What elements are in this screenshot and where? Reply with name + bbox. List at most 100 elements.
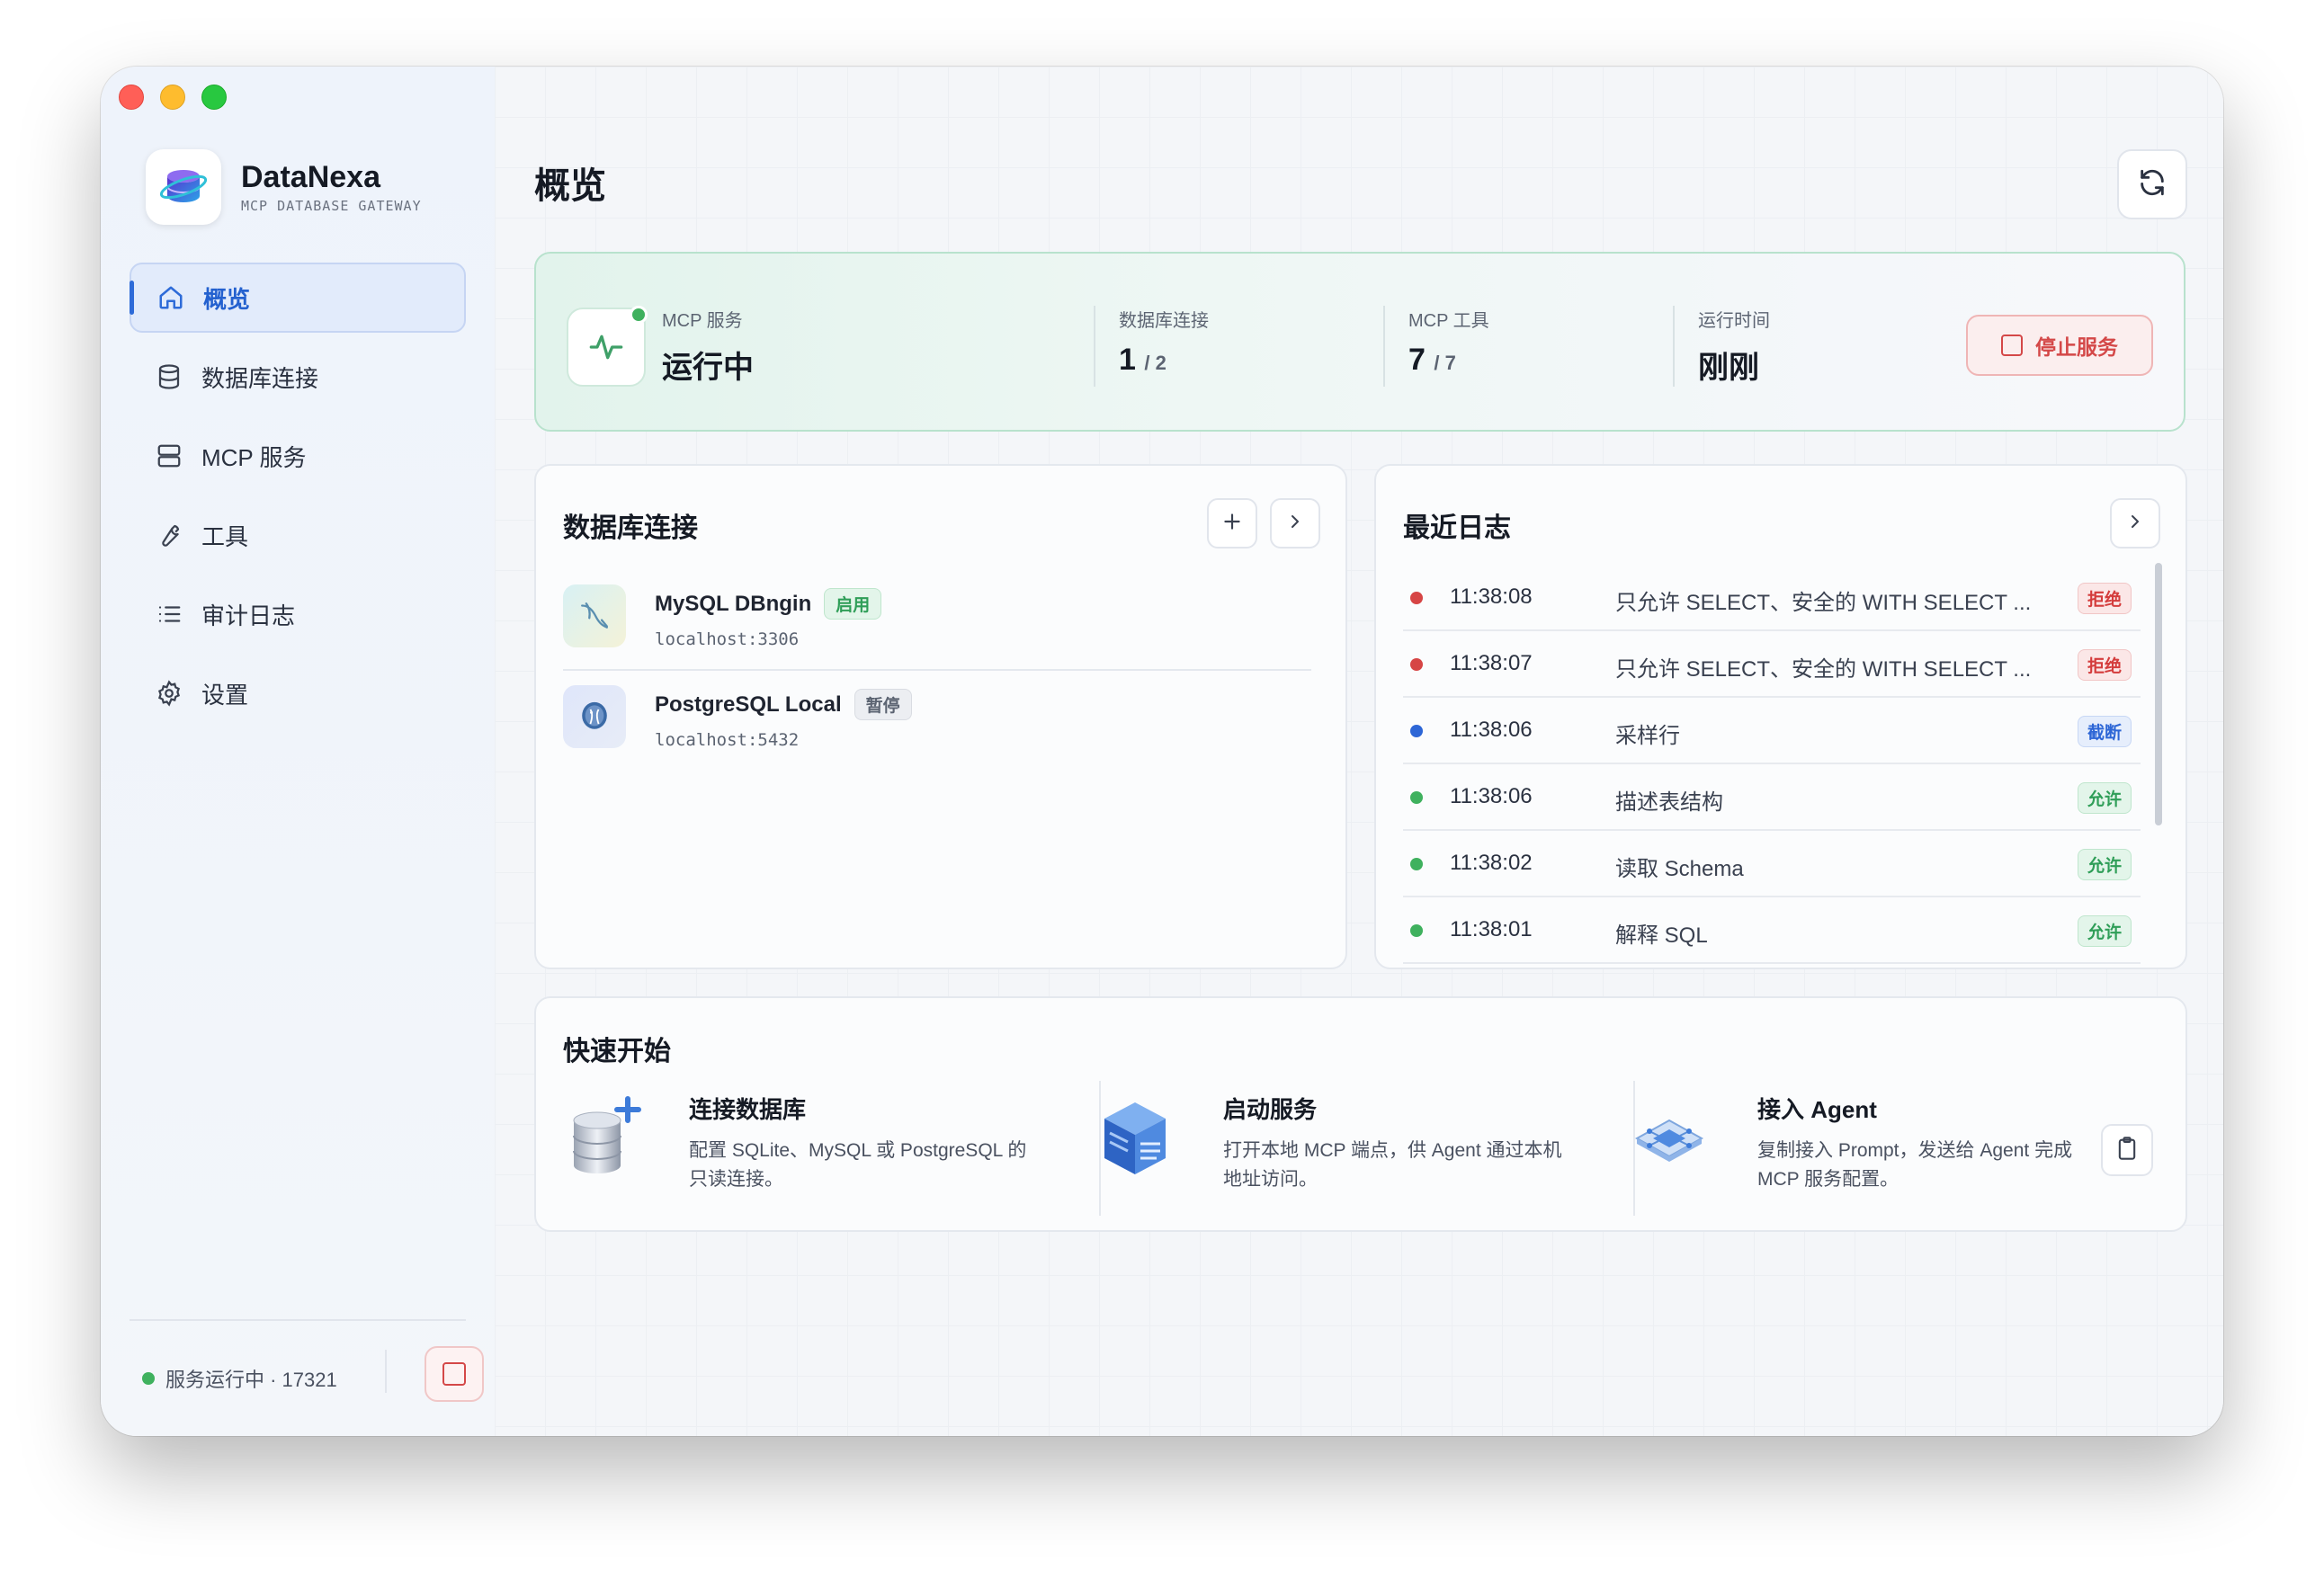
sidebar-item-label: 数据库连接 bbox=[201, 364, 319, 392]
sidebar-item-label: 工具 bbox=[201, 522, 249, 550]
divider bbox=[385, 1350, 387, 1393]
sidebar-item-label: 设置 bbox=[201, 681, 249, 709]
view-logs-button[interactable] bbox=[2110, 498, 2160, 549]
sidebar-item-overview[interactable]: 概览 bbox=[130, 263, 466, 333]
stop-service-label: 停止服务 bbox=[2035, 335, 2118, 359]
log-row[interactable]: 11:38:08 只允许 SELECT、安全的 WITH SELECT ... … bbox=[1403, 565, 2141, 631]
log-scrollbar[interactable] bbox=[2155, 563, 2162, 825]
chevron-right-icon bbox=[2124, 511, 2146, 537]
service-status: 服务运行中 · 17321 bbox=[142, 1364, 337, 1393]
server-cube-icon bbox=[1088, 1093, 1182, 1187]
stop-service-button[interactable]: 停止服务 bbox=[1966, 315, 2153, 376]
log-row[interactable]: 11:38:01 解释 SQL 允许 bbox=[1403, 897, 2141, 964]
status-badge: 拒绝 bbox=[2077, 649, 2132, 681]
card-title: 数据库连接 bbox=[563, 513, 698, 543]
stat-value: 7 / 7 bbox=[1408, 343, 1456, 377]
sidebar: DataNexa MCP DATABASE GATEWAY 概览 数据库连接 M… bbox=[101, 67, 496, 1436]
close-window-button[interactable] bbox=[119, 85, 144, 110]
log-row[interactable]: 11:38:06 采样行 截断 bbox=[1403, 698, 2141, 764]
network-chip-icon bbox=[1622, 1093, 1716, 1187]
brand: DataNexa MCP DATABASE GATEWAY bbox=[146, 149, 422, 225]
quick-start-card: 快速开始 连接数据库 配置 SQLite、MySQL 或 PostgreSQL … bbox=[534, 996, 2187, 1232]
log-row[interactable]: 11:38:06 描述表结构 允许 bbox=[1403, 764, 2141, 831]
sidebar-item-tools[interactable]: 工具 bbox=[130, 500, 466, 570]
log-time: 11:38:06 bbox=[1450, 718, 1533, 742]
log-time: 11:38:08 bbox=[1450, 584, 1533, 609]
database-add-icon bbox=[554, 1093, 648, 1187]
quick-start-title: 接入 Agent bbox=[1757, 1096, 1877, 1123]
log-time: 11:38:06 bbox=[1450, 784, 1533, 808]
quick-start-title: 连接数据库 bbox=[689, 1096, 807, 1123]
page-title: 概览 bbox=[534, 166, 606, 206]
log-row[interactable]: 11:38:02 读取 Schema 允许 bbox=[1403, 831, 2141, 897]
server-icon bbox=[153, 440, 185, 472]
app-window: DataNexa MCP DATABASE GATEWAY 概览 数据库连接 M… bbox=[101, 67, 2223, 1436]
status-badge: 允许 bbox=[2077, 849, 2132, 880]
stat-label: 运行时间 bbox=[1698, 311, 1770, 331]
db-connection-item[interactable]: PostgreSQL Local 暂停 localhost:5432 bbox=[563, 674, 1311, 775]
stat-value: 运行中 bbox=[662, 351, 754, 385]
quick-start-desc: 打开本地 MCP 端点，供 Agent 通过本机地址访问。 bbox=[1223, 1140, 1562, 1190]
status-badge: 启用 bbox=[824, 588, 882, 620]
database-icon bbox=[153, 361, 185, 393]
postgresql-icon bbox=[563, 685, 626, 748]
stat-uptime: 运行时间 刚刚 bbox=[1698, 306, 1770, 387]
chevron-right-icon bbox=[1284, 511, 1306, 537]
stop-service-button[interactable] bbox=[425, 1346, 484, 1402]
list-icon bbox=[153, 598, 185, 630]
refresh-icon bbox=[2137, 167, 2168, 202]
log-message: 只允许 SELECT、安全的 WITH SELECT ... bbox=[1615, 657, 2032, 682]
stat-db-connections: 数据库连接 1 / 2 bbox=[1119, 306, 1209, 378]
quick-start-connect-db[interactable]: 连接数据库 配置 SQLite、MySQL 或 PostgreSQL 的只读连接… bbox=[536, 1079, 1026, 1232]
status-dot bbox=[142, 1372, 155, 1385]
stop-icon bbox=[442, 1362, 466, 1386]
status-badge: 暂停 bbox=[854, 689, 912, 720]
service-status-text: 服务运行中 · 17321 bbox=[165, 1369, 337, 1391]
plus-icon bbox=[1220, 510, 1244, 538]
app-subtitle: MCP DATABASE GATEWAY bbox=[241, 198, 422, 214]
copy-prompt-button[interactable] bbox=[2101, 1124, 2153, 1176]
quick-start-connect-agent[interactable]: 接入 Agent 复制接入 Prompt，发送给 Agent 完成 MCP 服务… bbox=[1604, 1079, 2090, 1232]
log-time: 11:38:02 bbox=[1450, 851, 1533, 875]
gear-icon bbox=[153, 677, 185, 709]
stat-label: 数据库连接 bbox=[1119, 311, 1209, 331]
log-time: 11:38:01 bbox=[1450, 917, 1533, 941]
divider bbox=[563, 669, 1311, 671]
log-message: 解释 SQL bbox=[1615, 923, 1708, 948]
stat-mcp-tools: MCP 工具 7 / 7 bbox=[1408, 306, 1489, 378]
status-dot bbox=[1410, 658, 1423, 671]
sidebar-item-audit-log[interactable]: 审计日志 bbox=[130, 579, 466, 649]
sidebar-item-databases[interactable]: 数据库连接 bbox=[130, 342, 466, 412]
log-message: 采样行 bbox=[1615, 724, 1680, 748]
view-connections-button[interactable] bbox=[1270, 498, 1320, 549]
minimize-window-button[interactable] bbox=[160, 85, 185, 110]
app-logo-icon bbox=[146, 149, 221, 225]
status-badge: 允许 bbox=[2077, 915, 2132, 947]
db-connection-item[interactable]: MySQL DBngin 启用 localhost:3306 bbox=[563, 574, 1311, 674]
log-list[interactable]: 11:38:08 只允许 SELECT、安全的 WITH SELECT ... … bbox=[1403, 565, 2141, 1036]
zoom-window-button[interactable] bbox=[201, 85, 227, 110]
card-title: 快速开始 bbox=[563, 1037, 671, 1066]
log-message: 读取 Schema bbox=[1615, 857, 1744, 881]
refresh-button[interactable] bbox=[2117, 149, 2187, 219]
status-badge: 允许 bbox=[2077, 782, 2132, 814]
status-badge: 截断 bbox=[2077, 716, 2132, 747]
db-host: localhost:3306 bbox=[655, 629, 800, 649]
sidebar-item-label: 审计日志 bbox=[201, 602, 296, 629]
divider bbox=[1383, 306, 1385, 387]
quick-start-start-service[interactable]: 启动服务 打开本地 MCP 端点，供 Agent 通过本机地址访问。 bbox=[1070, 1079, 1562, 1232]
db-host: localhost:5432 bbox=[655, 730, 800, 750]
stat-mcp-service: MCP 服务 运行中 bbox=[662, 306, 754, 387]
quick-start-desc: 复制接入 Prompt，发送给 Agent 完成 MCP 服务配置。 bbox=[1757, 1140, 2073, 1190]
log-row[interactable]: 11:38:07 只允许 SELECT、安全的 WITH SELECT ... … bbox=[1403, 631, 2141, 698]
add-connection-button[interactable] bbox=[1207, 498, 1257, 549]
status-dot bbox=[1410, 858, 1423, 870]
sidebar-item-settings[interactable]: 设置 bbox=[130, 658, 466, 728]
db-name: PostgreSQL Local 暂停 bbox=[655, 689, 912, 720]
status-dot bbox=[1410, 725, 1423, 737]
sidebar-item-label: 概览 bbox=[203, 285, 251, 313]
status-dot bbox=[1410, 791, 1423, 804]
sidebar-item-mcp-service[interactable]: MCP 服务 bbox=[130, 421, 466, 491]
recent-logs-card: 最近日志 11:38:08 只允许 SELECT、安全的 WITH SELECT… bbox=[1374, 464, 2187, 969]
app-name: DataNexa bbox=[241, 160, 380, 194]
